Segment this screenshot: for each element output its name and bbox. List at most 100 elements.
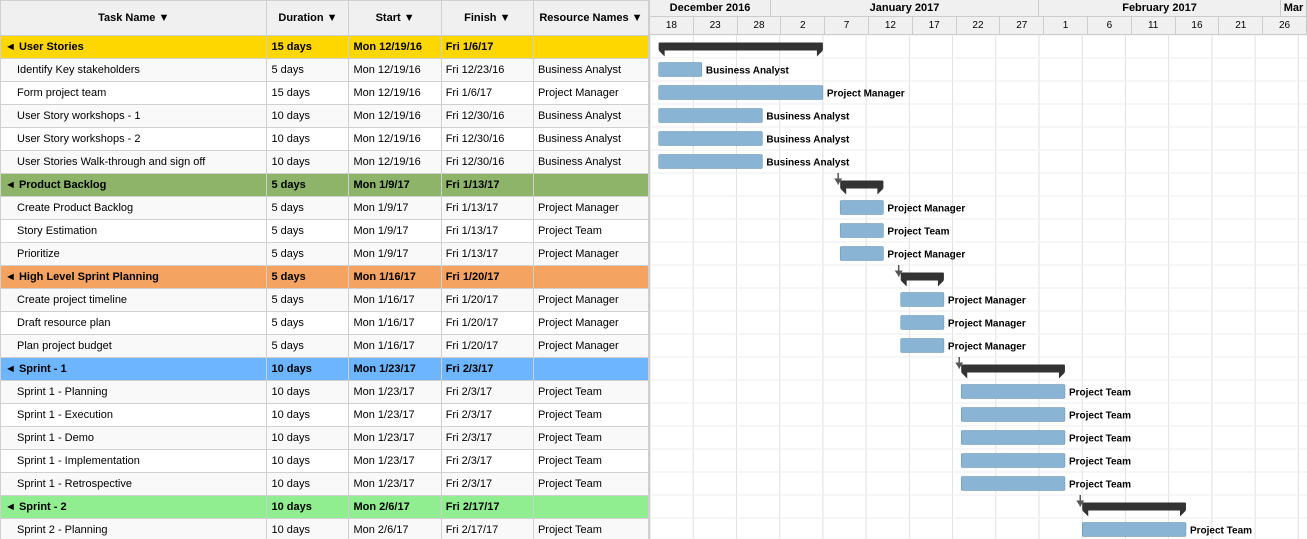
- detail-row: Plan project budget5 daysMon 1/16/17Fri …: [1, 335, 649, 358]
- svg-text:Project Team: Project Team: [1069, 434, 1131, 445]
- task-start-cell: Mon 1/16/17: [349, 335, 441, 358]
- month-header-label: December 2016: [650, 0, 771, 16]
- task-finish-cell: Fri 12/30/16: [441, 105, 533, 128]
- day-header-label: 22: [957, 17, 1001, 35]
- task-resource-cell: Project Manager: [533, 312, 648, 335]
- task-duration-cell: 10 days: [267, 427, 349, 450]
- task-resource-cell: Project Manager: [533, 335, 648, 358]
- task-start-cell: Mon 1/9/17: [349, 243, 441, 266]
- task-finish-cell: Fri 1/20/17: [441, 335, 533, 358]
- task-name-cell: ◄ Sprint - 2: [1, 496, 267, 519]
- task-name-cell: Sprint 1 - Execution: [1, 404, 267, 427]
- col-header-finish: Finish ▼: [441, 1, 533, 36]
- task-name-cell: Sprint 1 - Implementation: [1, 450, 267, 473]
- task-duration-cell: 10 days: [267, 519, 349, 539]
- svg-text:Project Manager: Project Manager: [948, 342, 1026, 353]
- task-finish-cell: Fri 2/17/17: [441, 496, 533, 519]
- svg-text:Project Team: Project Team: [1069, 480, 1131, 491]
- task-name-cell: Create project timeline: [1, 289, 267, 312]
- task-name-cell: Form project team: [1, 82, 267, 105]
- task-duration-cell: 10 days: [267, 404, 349, 427]
- task-duration-cell: 15 days: [267, 36, 349, 59]
- task-finish-cell: Fri 1/13/17: [441, 197, 533, 220]
- task-finish-cell: Fri 12/30/16: [441, 128, 533, 151]
- detail-row: Sprint 1 - Execution10 daysMon 1/23/17Fr…: [1, 404, 649, 427]
- svg-text:Project Team: Project Team: [1069, 457, 1131, 468]
- task-start-cell: Mon 1/23/17: [349, 450, 441, 473]
- svg-text:Project Manager: Project Manager: [948, 319, 1026, 330]
- task-resource-cell: Project Team: [533, 381, 648, 404]
- task-finish-cell: Fri 2/3/17: [441, 473, 533, 496]
- month-header-label: Mar: [1281, 0, 1307, 16]
- task-resource-cell: Project Team: [533, 404, 648, 427]
- task-finish-cell: Fri 1/13/17: [441, 220, 533, 243]
- task-start-cell: Mon 2/6/17: [349, 496, 441, 519]
- svg-text:Business Analyst: Business Analyst: [766, 112, 850, 123]
- svg-text:Project Team: Project Team: [1190, 526, 1252, 537]
- day-header-label: 17: [913, 17, 957, 35]
- task-duration-cell: 5 days: [267, 266, 349, 289]
- task-name-cell: User Story workshops - 2: [1, 128, 267, 151]
- task-duration-cell: 10 days: [267, 450, 349, 473]
- detail-row: Story Estimation5 daysMon 1/9/17Fri 1/13…: [1, 220, 649, 243]
- day-header-label: 16: [1176, 17, 1220, 35]
- task-finish-cell: Fri 1/20/17: [441, 289, 533, 312]
- svg-text:Project Manager: Project Manager: [948, 296, 1026, 307]
- summary-row: ◄ Product Backlog5 daysMon 1/9/17Fri 1/1…: [1, 174, 649, 197]
- svg-text:Business Analyst: Business Analyst: [706, 66, 790, 77]
- svg-text:Business Analyst: Business Analyst: [766, 135, 850, 146]
- gantt-header: December 2016January 2017February 2017Ma…: [650, 0, 1307, 35]
- detail-row: User Story workshops - 210 daysMon 12/19…: [1, 128, 649, 151]
- task-resource-cell: [533, 358, 648, 381]
- detail-row: Sprint 1 - Planning10 daysMon 1/23/17Fri…: [1, 381, 649, 404]
- task-name-cell: ◄ User Stories: [1, 36, 267, 59]
- task-name-cell: Identify Key stakeholders: [1, 59, 267, 82]
- detail-row: User Stories Walk-through and sign off10…: [1, 151, 649, 174]
- task-duration-cell: 10 days: [267, 151, 349, 174]
- task-duration-cell: 5 days: [267, 312, 349, 335]
- task-finish-cell: Fri 2/3/17: [441, 358, 533, 381]
- task-start-cell: Mon 12/19/16: [349, 82, 441, 105]
- month-header-label: January 2017: [771, 0, 1039, 16]
- day-header-label: 26: [1263, 17, 1307, 35]
- svg-text:Project Team: Project Team: [887, 227, 949, 238]
- task-start-cell: Mon 1/16/17: [349, 266, 441, 289]
- month-header-label: February 2017: [1039, 0, 1281, 16]
- day-header-label: 11: [1132, 17, 1176, 35]
- task-resource-cell: [533, 266, 648, 289]
- task-name-cell: Sprint 2 - Planning: [1, 519, 267, 539]
- task-finish-cell: Fri 1/13/17: [441, 174, 533, 197]
- summary-row: ◄ Sprint - 110 daysMon 1/23/17Fri 2/3/17: [1, 358, 649, 381]
- task-start-cell: Mon 1/23/17: [349, 358, 441, 381]
- task-resource-cell: Project Team: [533, 220, 648, 243]
- task-duration-cell: 5 days: [267, 243, 349, 266]
- task-finish-cell: Fri 2/3/17: [441, 427, 533, 450]
- task-duration-cell: 10 days: [267, 128, 349, 151]
- task-resource-cell: Project Team: [533, 473, 648, 496]
- task-duration-cell: 10 days: [267, 496, 349, 519]
- task-resource-cell: [533, 496, 648, 519]
- svg-text:Project Team: Project Team: [1069, 411, 1131, 422]
- day-header-label: 6: [1088, 17, 1132, 35]
- task-name-cell: Sprint 1 - Retrospective: [1, 473, 267, 496]
- svg-text:Project Manager: Project Manager: [887, 250, 965, 261]
- task-name-cell: User Stories Walk-through and sign off: [1, 151, 267, 174]
- task-finish-cell: Fri 2/3/17: [441, 381, 533, 404]
- task-start-cell: Mon 12/19/16: [349, 151, 441, 174]
- summary-row: ◄ High Level Sprint Planning5 daysMon 1/…: [1, 266, 649, 289]
- task-duration-cell: 5 days: [267, 335, 349, 358]
- task-resource-cell: Business Analyst: [533, 105, 648, 128]
- day-header-label: 21: [1219, 17, 1263, 35]
- task-resource-cell: Business Analyst: [533, 128, 648, 151]
- task-resource-cell: Project Team: [533, 427, 648, 450]
- task-duration-cell: 10 days: [267, 358, 349, 381]
- detail-row: Create Product Backlog5 daysMon 1/9/17Fr…: [1, 197, 649, 220]
- task-start-cell: Mon 2/6/17: [349, 519, 441, 539]
- detail-row: Sprint 1 - Demo10 daysMon 1/23/17Fri 2/3…: [1, 427, 649, 450]
- task-start-cell: Mon 12/19/16: [349, 105, 441, 128]
- task-resource-cell: Project Team: [533, 450, 648, 473]
- task-finish-cell: Fri 1/20/17: [441, 266, 533, 289]
- task-finish-cell: Fri 12/30/16: [441, 151, 533, 174]
- detail-row: Sprint 1 - Implementation10 daysMon 1/23…: [1, 450, 649, 473]
- task-resource-cell: Project Manager: [533, 197, 648, 220]
